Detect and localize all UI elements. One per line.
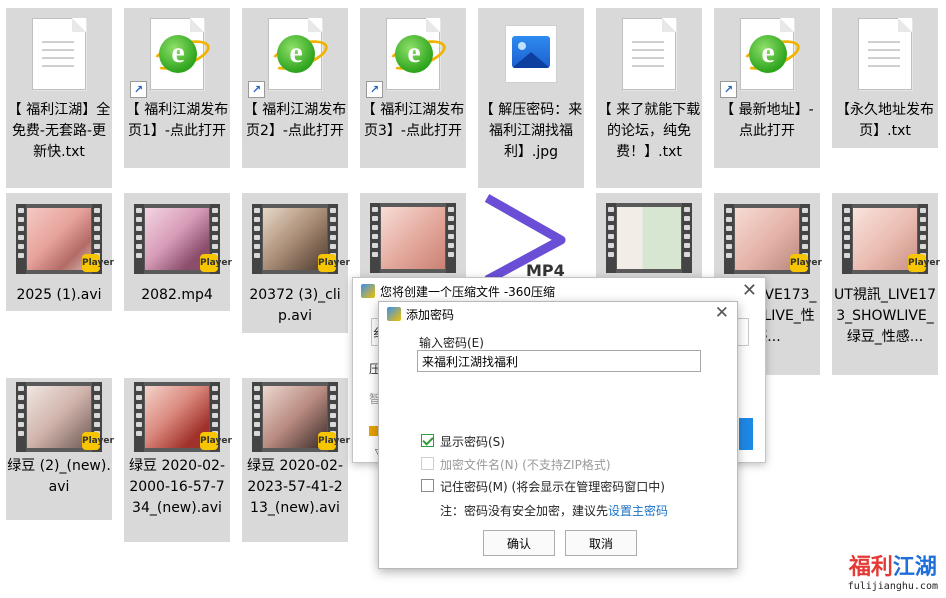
file-tile[interactable]: Player 绿豆 2020-02-2000-16-57-734_(new).a…	[124, 378, 232, 542]
set-master-password-link[interactable]: 设置主密码	[608, 504, 668, 518]
video-file-icon: Player	[16, 382, 114, 452]
file-name: 20372 (3)_clip.avi	[249, 287, 341, 324]
site-watermark: 福利江湖 fulijianghu.com	[848, 549, 938, 592]
watermark-url: fulijianghu.com	[847, 581, 938, 592]
file-tile[interactable]: Player 绿豆 (2)_(new).avi	[6, 378, 114, 520]
player-badge-icon: Player	[200, 432, 232, 450]
player-badge-icon: Player	[318, 432, 350, 450]
remember-password-checkbox[interactable]	[421, 479, 434, 492]
encrypt-filenames-label: 加密文件名(N) (不支持ZIP格式)	[440, 458, 611, 472]
video-file-icon	[606, 203, 692, 273]
add-password-dialog: 添加密码 ✕ 输入密码(E) 来福利江湖找福利 显示密码(S) 加密文件名(N)…	[378, 301, 738, 569]
file-tile[interactable]: Player 绿豆 2020-02-2023-57-41-213_(new).a…	[242, 378, 350, 542]
file-name: 【 福利江湖发布页1】-点此打开	[125, 102, 229, 139]
file-tile[interactable]: e ↗ 【 最新地址】-点此打开	[714, 8, 820, 168]
file-tile[interactable]	[360, 193, 466, 283]
ie-shortcut-icon: e	[266, 18, 332, 90]
file-tile[interactable]: Player 2025 (1).avi	[6, 193, 114, 311]
file-name: 【 福利江湖发布页2】-点此打开	[243, 102, 347, 139]
player-badge-icon: Player	[82, 432, 114, 450]
video-file-icon: Player	[134, 382, 232, 452]
shortcut-arrow-icon: ↗	[366, 81, 383, 98]
file-name: 【 福利江湖】全免费-无套路-更新快.txt	[7, 102, 111, 160]
media-player-icon: MP4	[478, 193, 584, 283]
player-badge-icon: Player	[318, 254, 350, 272]
file-name: UT視訊_LIVE173_SHOWLIVE_绿豆_性感...	[834, 287, 936, 345]
close-icon[interactable]: ✕	[742, 280, 757, 301]
file-tile[interactable]	[596, 193, 702, 283]
file-tile[interactable]: e ↗ 【 福利江湖发布页1】-点此打开	[124, 8, 230, 168]
file-tile[interactable]: 【永久地址发布页】.txt	[832, 8, 938, 148]
password-input[interactable]: 来福利江湖找福利	[417, 350, 701, 372]
file-name: 【永久地址发布页】.txt	[836, 102, 934, 139]
file-tile[interactable]: e ↗ 【 福利江湖发布页2】-点此打开	[242, 8, 348, 168]
file-tile[interactable]: 【 福利江湖】全免费-无套路-更新快.txt	[6, 8, 112, 188]
360-zip-icon	[361, 284, 375, 298]
file-name: 2025 (1).avi	[16, 287, 102, 303]
file-tile[interactable]: 【 解压密码：来福利江湖找福利】.jpg	[478, 8, 584, 188]
text-file-icon	[858, 18, 912, 90]
shortcut-arrow-icon: ↗	[248, 81, 265, 98]
file-name: 绿豆 2020-02-2000-16-57-734_(new).avi	[129, 458, 225, 516]
video-file-icon: Player	[134, 204, 232, 274]
360-zip-icon	[387, 307, 401, 321]
file-name: 【 福利江湖发布页3】-点此打开	[361, 102, 465, 139]
player-badge-icon: Player	[790, 254, 822, 272]
video-file-icon: Player	[252, 204, 350, 274]
video-file-icon: Player	[842, 204, 940, 274]
file-name: 绿豆 2020-02-2023-57-41-213_(new).avi	[247, 458, 343, 516]
video-file-icon: Player	[16, 204, 114, 274]
security-note: 注：密码没有安全加密，建议先设置主密码	[440, 502, 668, 519]
file-name: 【 最新地址】-点此打开	[720, 102, 814, 139]
file-tile[interactable]: Player 20372 (3)_clip.avi	[242, 193, 350, 333]
player-badge-icon: Player	[200, 254, 232, 272]
video-file-icon: Player	[724, 204, 822, 274]
ie-shortcut-icon: e	[738, 18, 804, 90]
security-note-text: 注：密码没有安全加密，建议先	[440, 504, 609, 518]
start-compress-button[interactable]	[739, 418, 753, 450]
text-file-icon	[622, 18, 676, 90]
remember-password-label[interactable]: 记住密码(M) (将会显示在管理密码窗口中)	[440, 478, 665, 495]
ie-shortcut-icon: e	[148, 18, 214, 90]
text-file-icon	[32, 18, 86, 90]
file-name: 【 来了就能下载的论坛，纯免费！】.txt	[597, 102, 701, 160]
password-dialog-titlebar: 添加密码	[379, 302, 737, 326]
file-name: 2082.mp4	[141, 287, 213, 303]
show-password-label[interactable]: 显示密码(S)	[440, 433, 505, 450]
image-file-icon	[505, 25, 557, 83]
ok-button[interactable]: 确认	[483, 530, 555, 556]
player-badge-icon: Player	[82, 254, 114, 272]
video-file-icon	[370, 203, 456, 273]
file-name: 绿豆 (2)_(new).avi	[7, 458, 111, 495]
compress-dialog-title: 您将创建一个压缩文件 -360压缩	[380, 284, 556, 299]
password-label: 输入密码(E)	[419, 336, 484, 350]
password-dialog-title: 添加密码	[406, 307, 455, 322]
video-file-icon: Player	[252, 382, 350, 452]
cancel-button[interactable]: 取消	[565, 530, 637, 556]
file-name: 【 解压密码：来福利江湖找福利】.jpg	[479, 102, 583, 160]
shortcut-arrow-icon: ↗	[130, 81, 147, 98]
file-tile[interactable]: Player 2082.mp4	[124, 193, 232, 311]
ie-shortcut-icon: e	[384, 18, 450, 90]
encrypt-filenames-checkbox[interactable]	[421, 457, 434, 470]
watermark-logo: 福利江湖	[848, 555, 937, 580]
file-tile[interactable]: 【 来了就能下载的论坛，纯免费！】.txt	[596, 8, 702, 188]
shortcut-arrow-icon: ↗	[720, 81, 737, 98]
show-password-checkbox[interactable]	[421, 434, 434, 447]
file-tile[interactable]: e ↗ 【 福利江湖发布页3】-点此打开	[360, 8, 466, 168]
file-tile[interactable]: MP4	[478, 193, 584, 283]
player-badge-icon: Player	[908, 254, 940, 272]
close-icon[interactable]: ✕	[715, 303, 729, 323]
file-tile[interactable]: Player UT視訊_LIVE173_SHOWLIVE_绿豆_性感...	[832, 193, 940, 375]
